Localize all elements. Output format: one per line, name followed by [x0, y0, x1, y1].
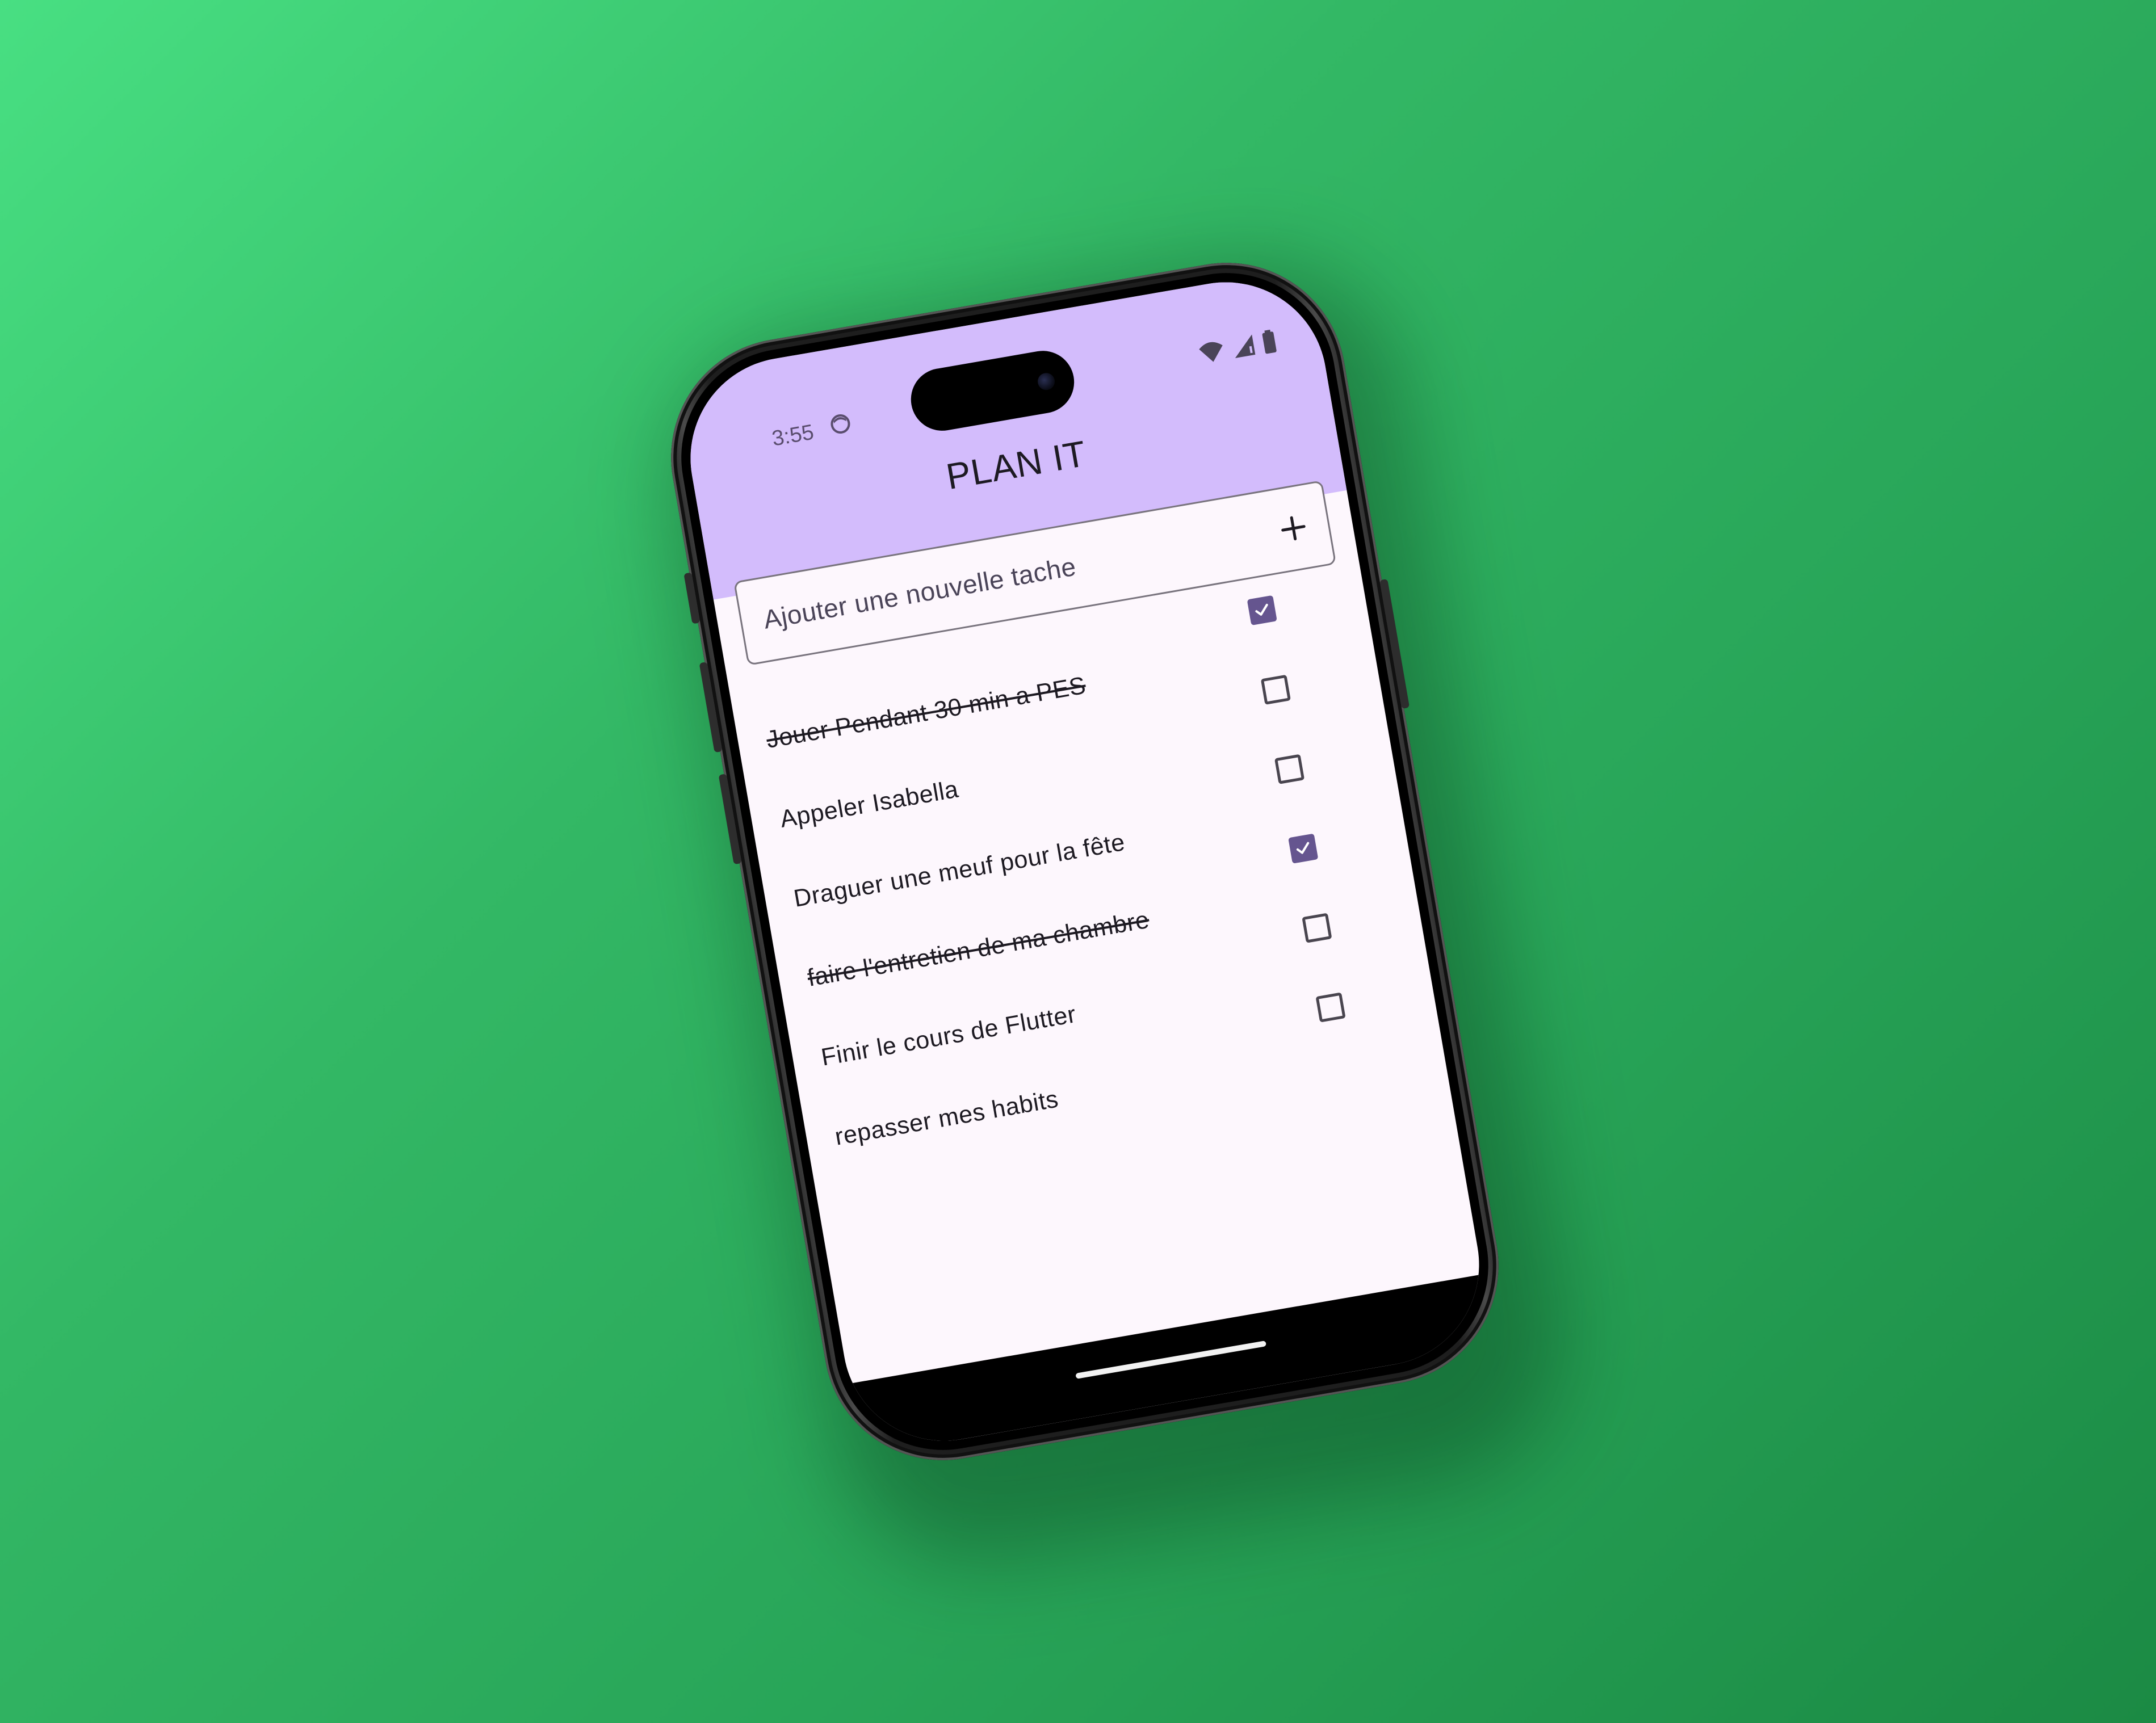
task-checkbox[interactable]	[1302, 913, 1332, 943]
front-camera	[1036, 371, 1056, 392]
task-checkbox[interactable]	[1247, 595, 1277, 625]
task-checkbox[interactable]	[1260, 674, 1291, 705]
task-label: repasser mes habits	[833, 1085, 1061, 1151]
system-icons	[1197, 329, 1278, 369]
plus-icon[interactable]	[1276, 511, 1311, 546]
battery-icon	[1260, 329, 1278, 358]
task-checkbox[interactable]	[1315, 992, 1346, 1023]
status-time: 3:55	[770, 420, 816, 451]
signal-icon	[1230, 333, 1257, 362]
app-notification-icon	[827, 410, 854, 438]
task-checkbox[interactable]	[1288, 833, 1319, 864]
check-icon	[1296, 842, 1310, 854]
wifi-icon	[1197, 338, 1227, 368]
check-icon	[1255, 603, 1268, 616]
task-checkbox[interactable]	[1274, 754, 1305, 784]
home-indicator[interactable]	[1075, 1340, 1267, 1379]
